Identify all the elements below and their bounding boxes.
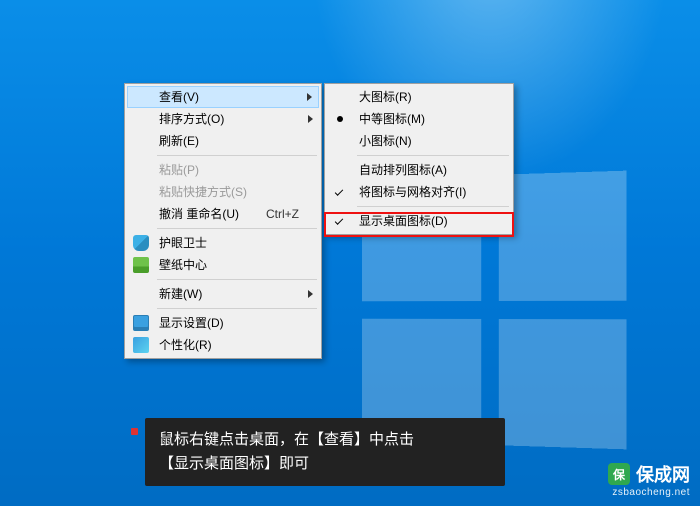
submenu-medium-icons[interactable]: 中等图标(M) [327,108,511,130]
menu-view-label: 查看(V) [159,90,199,104]
submenu-auto-arrange-label: 自动排列图标(A) [359,163,447,177]
menu-personalize[interactable]: 个性化(R) [127,334,319,356]
submenu-show-desktop-icons-label: 显示桌面图标(D) [359,214,448,228]
check-icon [335,216,343,224]
caption-bullet-icon [131,428,138,435]
menu-display-settings[interactable]: 显示设置(D) [127,312,319,334]
watermark-name: 保成网 [636,461,690,487]
menu-separator [157,279,317,280]
menu-separator [157,155,317,156]
submenu-auto-arrange[interactable]: 自动排列图标(A) [327,159,511,181]
instruction-caption: 鼠标右键点击桌面，在【查看】中点击 【显示桌面图标】即可 [145,418,505,486]
menu-undo-rename[interactable]: 撤消 重命名(U) Ctrl+Z [127,203,319,225]
submenu-align-grid[interactable]: 将图标与网格对齐(I) [327,181,511,203]
submenu-medium-icons-label: 中等图标(M) [359,112,425,126]
watermark-logo-icon: 保 [608,463,630,485]
desktop-context-menu: 查看(V) 排序方式(O) 刷新(E) 粘贴(P) 粘贴快捷方式(S) 撤消 重… [124,83,322,359]
menu-paste: 粘贴(P) [127,159,319,181]
menu-sort[interactable]: 排序方式(O) [127,108,319,130]
menu-separator [157,308,317,309]
menu-new[interactable]: 新建(W) [127,283,319,305]
personalize-icon [133,337,149,353]
menu-sort-label: 排序方式(O) [159,112,224,126]
menu-new-label: 新建(W) [159,287,202,301]
menu-eyecare[interactable]: 护眼卫士 [127,232,319,254]
menu-display-settings-label: 显示设置(D) [159,316,224,330]
menu-separator [357,155,509,156]
radio-bullet-icon [337,116,343,122]
view-submenu: 大图标(R) 中等图标(M) 小图标(N) 自动排列图标(A) 将图标与网格对齐… [324,83,514,235]
menu-separator [157,228,317,229]
submenu-large-icons[interactable]: 大图标(R) [327,86,511,108]
watermark: 保 保成网 zsbaocheng.net [608,461,690,498]
menu-separator [357,206,509,207]
submenu-arrow-icon [308,115,313,123]
check-icon [335,187,343,195]
menu-wallpaper-label: 壁纸中心 [159,258,207,272]
caption-line1: 鼠标右键点击桌面，在【查看】中点击 [159,428,491,452]
menu-paste-shortcut: 粘贴快捷方式(S) [127,181,319,203]
menu-personalize-label: 个性化(R) [159,338,212,352]
caption-line2: 【显示桌面图标】即可 [159,452,491,476]
submenu-large-icons-label: 大图标(R) [359,90,412,104]
wallpaper-icon [133,257,149,273]
watermark-url: zsbaocheng.net [608,487,690,498]
menu-paste-shortcut-label: 粘贴快捷方式(S) [159,185,247,199]
menu-undo-shortcut: Ctrl+Z [266,203,299,225]
submenu-arrow-icon [307,93,312,101]
menu-paste-label: 粘贴(P) [159,163,199,177]
submenu-align-grid-label: 将图标与网格对齐(I) [359,185,466,199]
menu-refresh[interactable]: 刷新(E) [127,130,319,152]
submenu-small-icons[interactable]: 小图标(N) [327,130,511,152]
submenu-small-icons-label: 小图标(N) [359,134,412,148]
submenu-arrow-icon [308,290,313,298]
monitor-icon [133,315,149,331]
menu-wallpaper[interactable]: 壁纸中心 [127,254,319,276]
menu-undo-rename-label: 撤消 重命名(U) [159,207,239,221]
menu-refresh-label: 刷新(E) [159,134,199,148]
shield-icon [133,235,149,251]
submenu-show-desktop-icons[interactable]: 显示桌面图标(D) [327,210,511,232]
menu-view[interactable]: 查看(V) [127,86,319,108]
menu-eyecare-label: 护眼卫士 [159,236,207,250]
